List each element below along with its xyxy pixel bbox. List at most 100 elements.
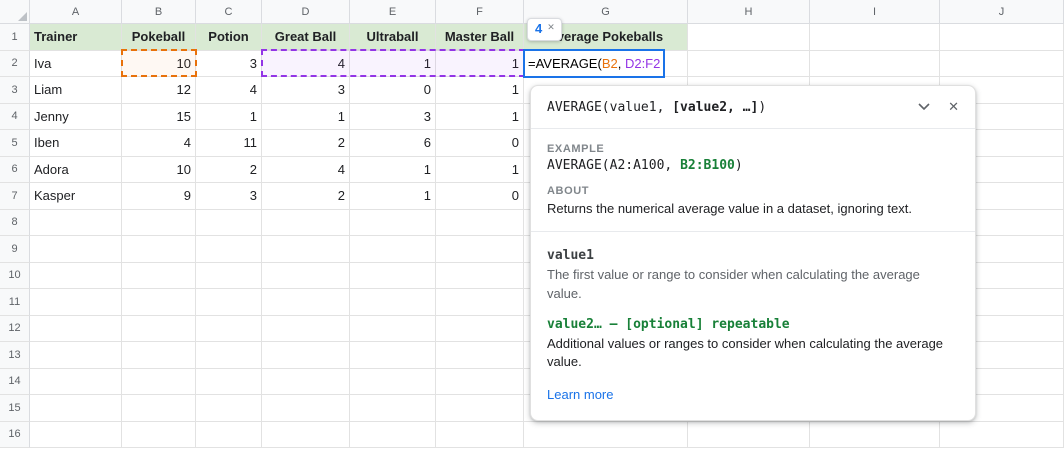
cell-D1[interactable]: Great Ball [262,24,350,51]
cell-F1[interactable]: Master Ball [436,24,524,51]
cell-D7[interactable]: 2 [262,183,350,210]
cell-A1[interactable]: Trainer [30,24,122,51]
cell-E9[interactable] [350,236,436,263]
column-header-J[interactable]: J [940,0,1064,23]
cell-E16[interactable] [350,422,436,449]
cell-B5[interactable]: 4 [122,130,196,157]
row-header-4[interactable]: 4 [0,104,30,131]
cell-E3[interactable]: 0 [350,77,436,104]
cell-F16[interactable] [436,422,524,449]
cell-A6[interactable]: Adora [30,157,122,184]
close-icon[interactable]: ✕ [948,99,959,115]
cell-B2[interactable]: 10 [122,51,196,78]
cell-D9[interactable] [262,236,350,263]
cell-D16[interactable] [262,422,350,449]
cell-A13[interactable] [30,342,122,369]
cell-C6[interactable]: 2 [196,157,262,184]
cell-D13[interactable] [262,342,350,369]
cell-J1[interactable] [940,24,1064,51]
column-header-H[interactable]: H [688,0,810,23]
row-header-7[interactable]: 7 [0,183,30,210]
cell-D15[interactable] [262,395,350,422]
cell-A10[interactable] [30,263,122,290]
cell-B1[interactable]: Pokeball [122,24,196,51]
cell-H16[interactable] [688,422,810,449]
cell-A14[interactable] [30,369,122,396]
select-all-corner[interactable] [0,0,30,23]
cell-F15[interactable] [436,395,524,422]
cell-D5[interactable]: 2 [262,130,350,157]
cell-E11[interactable] [350,289,436,316]
cell-F6[interactable]: 1 [436,157,524,184]
cell-A3[interactable]: Liam [30,77,122,104]
cell-B10[interactable] [122,263,196,290]
cell-C8[interactable] [196,210,262,237]
row-header-5[interactable]: 5 [0,130,30,157]
row-header-12[interactable]: 12 [0,316,30,343]
cell-J2[interactable] [940,51,1064,78]
cell-C10[interactable] [196,263,262,290]
cell-B12[interactable] [122,316,196,343]
cell-E13[interactable] [350,342,436,369]
preview-close-icon[interactable]: ✕ [547,22,555,32]
column-header-C[interactable]: C [196,0,262,23]
cell-E10[interactable] [350,263,436,290]
cell-B11[interactable] [122,289,196,316]
cell-A2[interactable]: Iva [30,51,122,78]
cell-A8[interactable] [30,210,122,237]
cell-B16[interactable] [122,422,196,449]
cell-F5[interactable]: 0 [436,130,524,157]
row-header-6[interactable]: 6 [0,157,30,184]
cell-J16[interactable] [940,422,1064,449]
cell-C3[interactable]: 4 [196,77,262,104]
cell-F10[interactable] [436,263,524,290]
cell-H1[interactable] [688,24,810,51]
cell-E6[interactable]: 1 [350,157,436,184]
cell-H2[interactable] [688,51,810,78]
cell-F3[interactable]: 1 [436,77,524,104]
cell-E15[interactable] [350,395,436,422]
cell-E2[interactable]: 1 [350,51,436,78]
cell-C12[interactable] [196,316,262,343]
cell-D3[interactable]: 3 [262,77,350,104]
cell-C14[interactable] [196,369,262,396]
cell-E5[interactable]: 6 [350,130,436,157]
cell-D11[interactable] [262,289,350,316]
row-header-13[interactable]: 13 [0,342,30,369]
row-header-3[interactable]: 3 [0,77,30,104]
cell-C11[interactable] [196,289,262,316]
cell-F13[interactable] [436,342,524,369]
cell-F4[interactable]: 1 [436,104,524,131]
cell-B4[interactable]: 15 [122,104,196,131]
row-header-15[interactable]: 15 [0,395,30,422]
cell-G16[interactable] [524,422,688,449]
cell-F7[interactable]: 0 [436,183,524,210]
row-header-1[interactable]: 1 [0,24,30,51]
cell-F12[interactable] [436,316,524,343]
row-header-10[interactable]: 10 [0,263,30,290]
cell-D6[interactable]: 4 [262,157,350,184]
cell-F14[interactable] [436,369,524,396]
learn-more-link[interactable]: Learn more [547,387,613,402]
row-header-2[interactable]: 2 [0,51,30,78]
cell-C5[interactable]: 11 [196,130,262,157]
cell-B9[interactable] [122,236,196,263]
cell-A11[interactable] [30,289,122,316]
cell-D2[interactable]: 4 [262,51,350,78]
cell-C9[interactable] [196,236,262,263]
cell-C16[interactable] [196,422,262,449]
cell-B7[interactable]: 9 [122,183,196,210]
column-header-A[interactable]: A [30,0,122,23]
column-header-D[interactable]: D [262,0,350,23]
cell-I2[interactable] [810,51,940,78]
cell-B14[interactable] [122,369,196,396]
cell-F2[interactable]: 1 [436,51,524,78]
cell-I1[interactable] [810,24,940,51]
chevron-down-icon[interactable] [918,103,930,111]
row-header-9[interactable]: 9 [0,236,30,263]
cell-A9[interactable] [30,236,122,263]
column-header-E[interactable]: E [350,0,436,23]
cell-C15[interactable] [196,395,262,422]
cell-C13[interactable] [196,342,262,369]
cell-B13[interactable] [122,342,196,369]
